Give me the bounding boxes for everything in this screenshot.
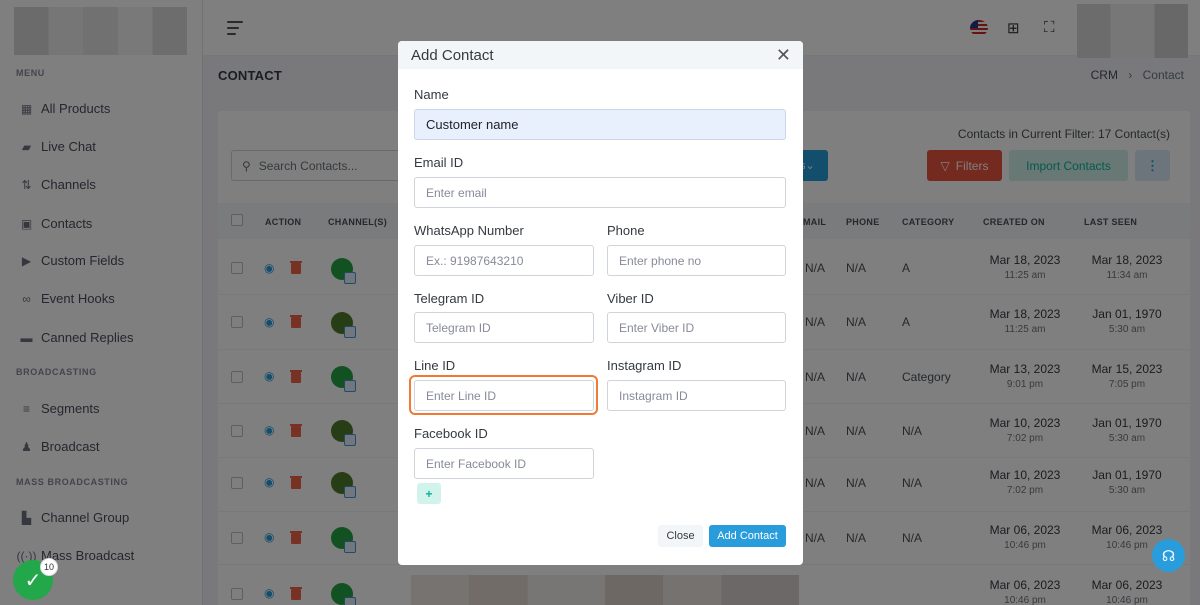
phone-label: Phone [607, 223, 645, 238]
phone-field[interactable] [607, 245, 786, 276]
modal-title: Add Contact [411, 47, 494, 64]
instagram-label: Instagram ID [607, 358, 682, 373]
whatsapp-field[interactable] [414, 245, 594, 276]
name-field[interactable] [414, 109, 786, 140]
telegram-field[interactable] [414, 312, 594, 343]
close-button[interactable]: Close [658, 525, 703, 547]
email-label: Email ID [414, 155, 464, 170]
instagram-field[interactable] [607, 380, 786, 411]
facebook-label: Facebook ID [414, 426, 488, 441]
add-contact-button[interactable]: Add Contact [709, 525, 786, 547]
add-field-button[interactable]: + [417, 483, 441, 504]
name-label: Name [414, 87, 449, 102]
email-field[interactable] [414, 177, 786, 208]
line-label: Line ID [414, 358, 456, 373]
viber-field[interactable] [607, 312, 786, 343]
notification-count: 10 [40, 558, 58, 576]
whatsapp-label: WhatsApp Number [414, 223, 524, 238]
viber-label: Viber ID [607, 291, 654, 306]
facebook-field[interactable] [414, 448, 594, 479]
close-icon[interactable]: ✕ [776, 46, 791, 64]
line-field[interactable] [414, 380, 594, 411]
telegram-label: Telegram ID [414, 291, 485, 306]
headset-support-icon[interactable]: ☊ [1152, 539, 1185, 572]
modal-header: Add Contact ✕ [398, 41, 803, 69]
